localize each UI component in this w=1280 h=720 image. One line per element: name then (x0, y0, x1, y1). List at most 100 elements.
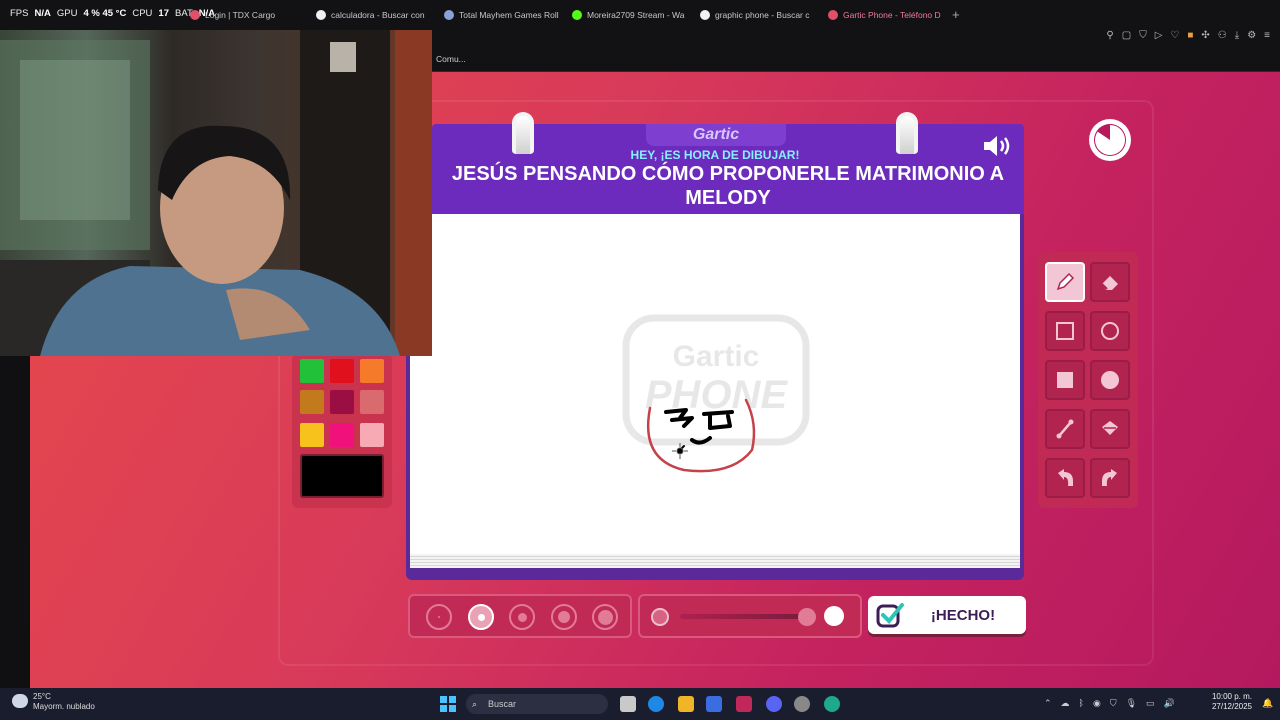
discord-icon[interactable] (766, 696, 782, 712)
color-swatch-green[interactable] (300, 359, 324, 383)
download-icon[interactable]: ⤓ (1235, 30, 1239, 41)
timer-icon (1089, 119, 1131, 161)
taskbar-clock[interactable]: 10:00 p. m. 27/12/2025 (1212, 692, 1252, 712)
settings-icon[interactable]: ⚙ (1247, 30, 1256, 41)
fill-bucket-tool-button[interactable] (1090, 409, 1130, 449)
fill-bucket-icon (1102, 421, 1118, 435)
volume-icon[interactable]: 🔊 (1164, 698, 1175, 709)
edge-browser-icon[interactable] (648, 696, 664, 712)
tab-favicon-icon (190, 10, 200, 20)
undo-button[interactable] (1045, 458, 1085, 498)
cloud-icon[interactable]: ☁ (1061, 698, 1070, 709)
display-icon[interactable]: ▭ (1146, 698, 1155, 709)
color-swatch-pink[interactable] (330, 423, 354, 447)
line-icon (1056, 419, 1074, 439)
line-tool-button[interactable] (1045, 409, 1085, 449)
webcam-video (0, 30, 432, 356)
color-swatch-light-pink[interactable] (360, 423, 384, 447)
task-view-icon[interactable] (620, 696, 636, 712)
puzzle-icon[interactable]: ✣ (1201, 30, 1209, 41)
chevron-up-icon[interactable]: ⌃ (1044, 698, 1052, 709)
shield-icon[interactable]: ⛉ (1139, 30, 1147, 41)
color-swatch-red[interactable] (330, 359, 354, 383)
done-button[interactable]: ¡HECHO! (868, 596, 1026, 634)
color-swatch-yellow[interactable] (300, 423, 324, 447)
drawing-canvas[interactable]: Gartic PHONE (410, 214, 1020, 554)
tab-login[interactable]: Login | TDX Cargo (190, 6, 310, 24)
bluetooth-icon[interactable]: ᛒ (1079, 698, 1084, 709)
tab-favicon-icon (700, 10, 710, 20)
play-icon[interactable]: ▷ (1155, 30, 1163, 41)
windows-start-icon[interactable] (440, 696, 456, 712)
tab-label: Moreira2709 Stream - Wa (587, 10, 685, 20)
tab-calculadora[interactable]: calculadora - Buscar con (316, 6, 436, 24)
tab-total-mayhem[interactable]: Total Mayhem Games Roll (444, 6, 564, 24)
color-swatch-brown[interactable] (300, 390, 324, 414)
tab-gartic-phone[interactable]: Gartic Phone - Teléfono D (828, 6, 946, 24)
square-outline-icon (1056, 322, 1074, 340)
square-filled-icon (1057, 372, 1073, 388)
menu-icon[interactable]: ≡ (1264, 30, 1270, 41)
browser-toolbar-icons: ⚲ ▢ ⛉ ▷ ♡ ■ ✣ ⚇ ⤓ ⚙ ≡ (1106, 30, 1270, 41)
store-icon[interactable] (706, 696, 722, 712)
notification-bell-icon[interactable]: 🔔 (1262, 698, 1273, 709)
circle-outline-tool-button[interactable] (1090, 311, 1130, 351)
pencil-tool-button[interactable] (1045, 262, 1085, 302)
weather-description: Mayorm. nublado (33, 702, 95, 711)
brush-size-4-button[interactable] (551, 604, 577, 630)
brush-size-dot-icon (517, 612, 527, 622)
performance-overlay: FPS N/A GPU 4 % 45 °C CPU 17 BAT N/A (10, 8, 215, 19)
new-tab-button[interactable]: + (952, 8, 960, 21)
fps-value: N/A (34, 8, 51, 19)
brush-size-1-button[interactable] (426, 604, 452, 630)
circle-filled-icon (1101, 371, 1119, 389)
brush-size-3-button[interactable] (509, 604, 535, 630)
brush-size-5-button[interactable] (592, 604, 618, 630)
sound-toggle-icon[interactable] (982, 134, 1014, 158)
brush-size-dot-icon (558, 611, 570, 623)
eraser-tool-button[interactable] (1090, 262, 1130, 302)
eraser-icon (1101, 276, 1118, 290)
nvidia-icon[interactable]: ◉ (1093, 698, 1101, 709)
chat-app-icon[interactable] (824, 696, 840, 712)
weather-widget[interactable]: 25°C Mayorm. nublado (33, 692, 95, 712)
tab-favicon-icon (572, 10, 582, 20)
shield-tray-icon[interactable]: ⛉ (1110, 698, 1117, 709)
tab-label: graphic phone - Buscar c (715, 10, 810, 20)
square-filled-tool-button[interactable] (1045, 360, 1085, 400)
weather-temperature: 25°C (33, 692, 51, 701)
file-explorer-icon[interactable] (678, 696, 694, 712)
brush-size-dot-icon (597, 609, 613, 625)
taskbar-search[interactable]: ⌕ Buscar (466, 694, 608, 714)
opacity-max-icon (824, 606, 844, 626)
pin-icon[interactable]: ⚲ (1106, 30, 1113, 41)
square-outline-tool-button[interactable] (1045, 311, 1085, 351)
opacity-slider-track[interactable] (680, 614, 804, 619)
bookmark-item[interactable]: Comu... (436, 54, 466, 64)
undo-icon (1058, 469, 1073, 486)
color-swatch-orange[interactable] (360, 359, 384, 383)
heart-icon[interactable]: ♡ (1170, 30, 1179, 41)
tab-favicon-icon (316, 10, 326, 20)
obs-icon[interactable] (794, 696, 810, 712)
tab-moreira-stream[interactable]: Moreira2709 Stream - Wa (572, 6, 692, 24)
profile-icon[interactable]: ⚇ (1218, 30, 1227, 41)
current-color-preview (300, 454, 384, 498)
brush-size-2-button[interactable] (468, 604, 494, 630)
opacity-slider-thumb[interactable] (798, 608, 816, 626)
pencil-icon (1056, 272, 1075, 291)
color-swatch-salmon[interactable] (360, 390, 384, 414)
circle-filled-tool-button[interactable] (1090, 360, 1130, 400)
brush-size-dot-icon (438, 616, 440, 618)
microphone-icon[interactable]: 🎙 (1126, 698, 1137, 709)
screenshot-icon[interactable]: ▢ (1122, 30, 1131, 41)
opera-gx-icon[interactable] (736, 696, 752, 712)
redo-button[interactable] (1090, 458, 1130, 498)
opacity-min-icon (651, 608, 669, 626)
redo-icon (1102, 469, 1117, 486)
extension-icon[interactable]: ■ (1187, 30, 1193, 41)
tab-graphic-phone-search[interactable]: graphic phone - Buscar c (700, 6, 820, 24)
tab-label: calculadora - Buscar con (331, 10, 425, 20)
color-swatch-maroon[interactable] (330, 390, 354, 414)
circle-outline-icon (1101, 322, 1119, 340)
